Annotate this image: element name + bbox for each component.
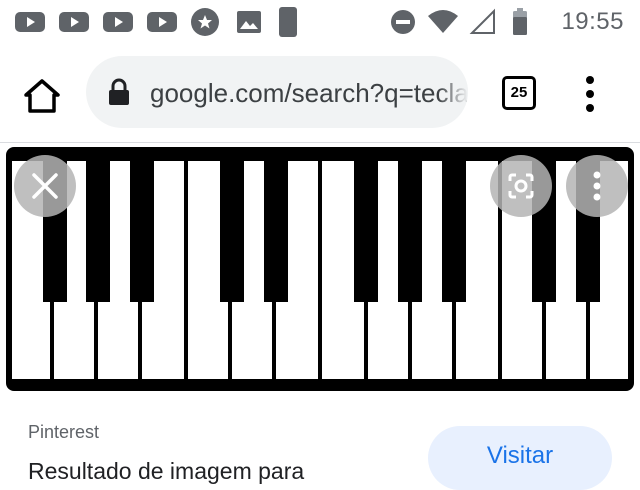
star-icon: [191, 8, 219, 36]
lens-button[interactable]: [490, 155, 552, 217]
result-title[interactable]: Resultado de imagem para: [28, 458, 304, 485]
black-key: [86, 147, 110, 302]
close-icon: [32, 173, 58, 199]
result-card: Pinterest Resultado de imagem para Visit…: [0, 396, 640, 490]
youtube-icon: [103, 12, 133, 32]
address-bar[interactable]: google.com/search?q=teclado: [86, 56, 468, 128]
url-text: google.com/search?q=teclado: [150, 78, 468, 108]
moon-icon: [279, 7, 297, 37]
battery-icon: [513, 8, 527, 35]
image-icon: [237, 11, 261, 33]
result-source: Pinterest: [28, 422, 100, 442]
black-key: [442, 147, 466, 302]
black-key: [354, 147, 378, 302]
do-not-disturb-icon: [391, 10, 415, 34]
youtube-icon: [147, 12, 177, 32]
black-key: [398, 147, 422, 302]
visit-button[interactable]: Visitar: [428, 426, 612, 490]
wifi-icon: [428, 10, 458, 33]
more-options-icon[interactable]: [576, 74, 604, 114]
lens-icon: [508, 173, 534, 199]
close-button[interactable]: [14, 155, 76, 217]
image-viewer: [0, 143, 640, 395]
youtube-icon: [15, 12, 45, 32]
tab-switcher-button[interactable]: 25: [502, 76, 536, 110]
status-bar: 19:55: [0, 0, 640, 44]
black-key: [130, 147, 154, 302]
image-more-button[interactable]: [566, 155, 628, 217]
youtube-icon: [59, 12, 89, 32]
status-clock: 19:55: [561, 8, 624, 35]
home-icon[interactable]: [20, 74, 64, 118]
signal-icon: [469, 8, 495, 34]
black-key: [220, 147, 244, 302]
url-fade: [438, 56, 468, 128]
more-vert-icon: [593, 171, 601, 201]
lock-icon: [109, 78, 129, 105]
black-key: [264, 147, 288, 302]
browser-toolbar: google.com/search?q=teclado 25: [0, 44, 640, 143]
